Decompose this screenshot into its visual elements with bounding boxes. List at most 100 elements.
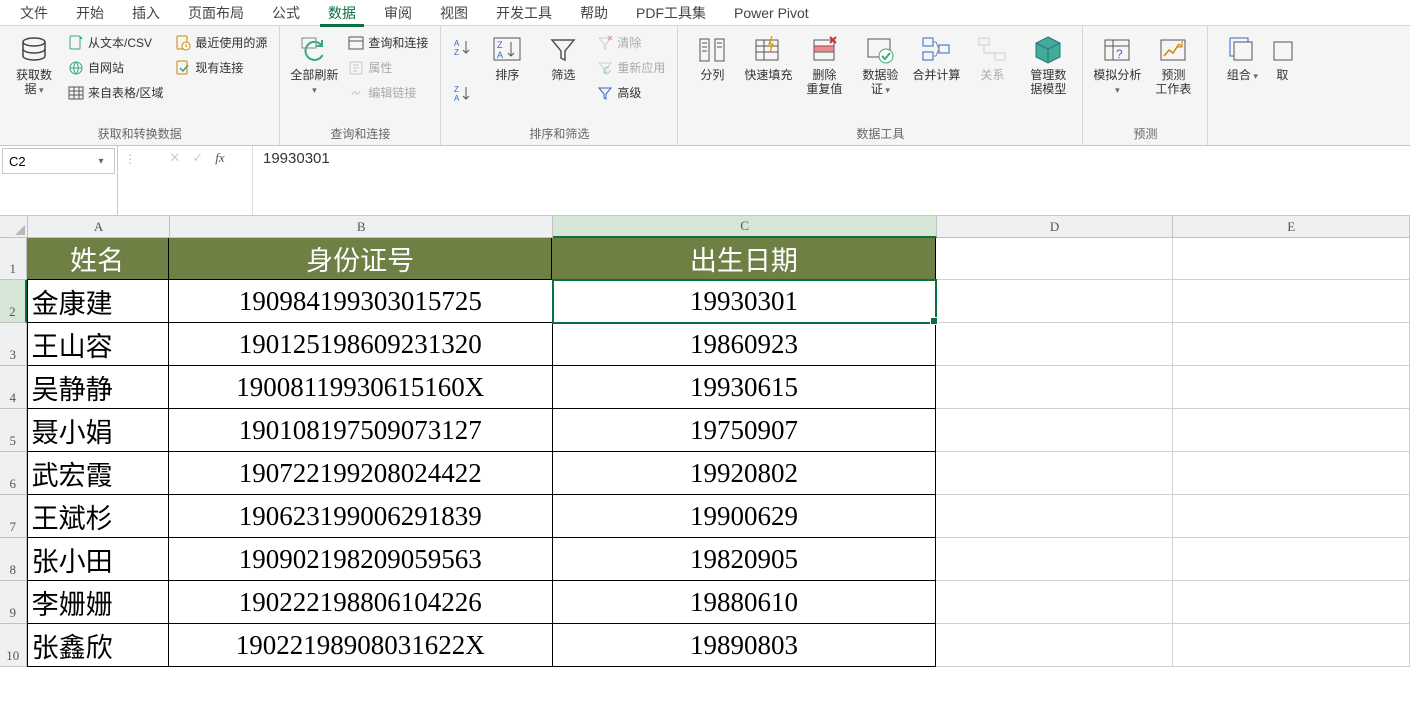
cell-D6[interactable] (936, 452, 1173, 495)
cell-B10[interactable]: 19022198908031622X (169, 624, 553, 667)
data-validation-button[interactable]: 数据验 证 (852, 30, 908, 101)
sort-asc-button[interactable]: AZ (451, 36, 475, 60)
cell-E4[interactable] (1173, 366, 1410, 409)
cell-D4[interactable] (936, 366, 1173, 409)
cell-A7[interactable]: 王斌杉 (27, 495, 169, 538)
whatif-button[interactable]: ? 模拟分析 (1089, 30, 1145, 101)
col-header-B[interactable]: B (170, 216, 553, 238)
cell-B2[interactable]: 190984199303015725 (169, 280, 553, 323)
cell-D7[interactable] (936, 495, 1173, 538)
cell-B9[interactable]: 190222198806104226 (169, 581, 553, 624)
clear-filter-button[interactable]: 清除 (595, 32, 667, 53)
row-header-5[interactable]: 5 (0, 409, 27, 452)
flash-fill-button[interactable]: 快速填充 (740, 30, 796, 86)
cell-E10[interactable] (1173, 624, 1410, 667)
cell-B8[interactable]: 190902198209059563 (169, 538, 553, 581)
remove-duplicates-button[interactable]: 删除 重复值 (796, 30, 852, 101)
cell-B1[interactable]: 身份证号 (169, 238, 553, 280)
tab-powerpivot[interactable]: Power Pivot (720, 2, 823, 24)
cell-C7[interactable]: 19900629 (553, 495, 937, 538)
cell-B3[interactable]: 190125198609231320 (169, 323, 553, 366)
row-header-8[interactable]: 8 (0, 538, 27, 581)
row-header-10[interactable]: 10 (0, 624, 27, 667)
row-header-3[interactable]: 3 (0, 323, 27, 366)
cell-A2[interactable]: 金康建 (27, 280, 169, 323)
cell-D8[interactable] (936, 538, 1173, 581)
fx-icon[interactable]: fx (215, 150, 224, 166)
cell-A4[interactable]: 吴静静 (27, 366, 169, 409)
cell-A5[interactable]: 聂小娟 (27, 409, 169, 452)
cell-B7[interactable]: 190623199006291839 (169, 495, 553, 538)
cell-E7[interactable] (1173, 495, 1410, 538)
sort-desc-button[interactable]: ZA (451, 82, 475, 106)
col-header-A[interactable]: A (28, 216, 170, 238)
from-web-button[interactable]: 自网站 (66, 57, 165, 78)
tab-file[interactable]: 文件 (6, 0, 62, 26)
row-header-2[interactable]: 2 (0, 280, 27, 323)
col-header-C[interactable]: C (553, 216, 936, 238)
refresh-all-button[interactable]: 全部刷新 (286, 30, 342, 101)
ungroup-button[interactable]: 取 (1270, 30, 1294, 86)
cell-A1[interactable]: 姓名 (27, 238, 169, 280)
name-box-grip[interactable]: ⋮ (118, 146, 142, 215)
formula-input[interactable]: 19930301 (252, 146, 1410, 215)
tab-formulas[interactable]: 公式 (258, 0, 314, 26)
edit-links-button[interactable]: 编辑链接 (346, 82, 430, 103)
relationships-button[interactable]: 关系 (964, 30, 1020, 86)
name-box[interactable]: ▾ (0, 146, 118, 215)
consolidate-button[interactable]: 合并计算 (908, 30, 964, 86)
cell-E6[interactable] (1173, 452, 1410, 495)
col-header-E[interactable]: E (1173, 216, 1410, 238)
cell-C6[interactable]: 19920802 (553, 452, 937, 495)
tab-dev[interactable]: 开发工具 (482, 0, 566, 26)
cancel-formula-icon[interactable]: ✕ (169, 150, 180, 166)
cell-C2[interactable]: 19930301 (553, 280, 937, 323)
cell-E8[interactable] (1173, 538, 1410, 581)
from-text-csv-button[interactable]: 从文本/CSV (66, 32, 165, 53)
col-header-D[interactable]: D (937, 216, 1174, 238)
advanced-filter-button[interactable]: 高级 (595, 82, 667, 103)
tab-home[interactable]: 开始 (62, 0, 118, 26)
get-data-button[interactable]: 获取数 据 (6, 30, 62, 101)
forecast-sheet-button[interactable]: 预测 工作表 (1145, 30, 1201, 101)
text-to-columns-button[interactable]: 分列 (684, 30, 740, 86)
accept-formula-icon[interactable]: ✓ (192, 150, 203, 166)
row-header-7[interactable]: 7 (0, 495, 27, 538)
tab-view[interactable]: 视图 (426, 0, 482, 26)
row-header-1[interactable]: 1 (0, 238, 27, 280)
tab-help[interactable]: 帮助 (566, 0, 622, 26)
cell-A10[interactable]: 张鑫欣 (27, 624, 169, 667)
cell-C4[interactable]: 19930615 (553, 366, 937, 409)
sort-button[interactable]: ZA 排序 (479, 30, 535, 86)
cell-C9[interactable]: 19880610 (553, 581, 937, 624)
existing-connections-button[interactable]: 现有连接 (173, 57, 269, 78)
name-box-input[interactable] (3, 152, 93, 171)
cell-D3[interactable] (936, 323, 1173, 366)
filter-button[interactable]: 筛选 (535, 30, 591, 86)
cell-C8[interactable]: 19820905 (553, 538, 937, 581)
name-box-dropdown[interactable]: ▾ (93, 156, 109, 167)
cell-D2[interactable] (936, 280, 1173, 323)
cell-C3[interactable]: 19860923 (553, 323, 937, 366)
cell-C1[interactable]: 出生日期 (552, 238, 936, 280)
tab-insert[interactable]: 插入 (118, 0, 174, 26)
from-table-button[interactable]: 来自表格/区域 (66, 82, 165, 103)
reapply-button[interactable]: 重新应用 (595, 57, 667, 78)
cell-E5[interactable] (1173, 409, 1410, 452)
cell-E3[interactable] (1173, 323, 1410, 366)
row-header-4[interactable]: 4 (0, 366, 27, 409)
recent-sources-button[interactable]: 最近使用的源 (173, 32, 269, 53)
cell-E2[interactable] (1173, 280, 1410, 323)
cell-D9[interactable] (936, 581, 1173, 624)
cell-C5[interactable]: 19750907 (553, 409, 937, 452)
row-header-6[interactable]: 6 (0, 452, 27, 495)
cell-A3[interactable]: 王山容 (27, 323, 169, 366)
group-button[interactable]: 组合 (1214, 30, 1270, 86)
tab-layout[interactable]: 页面布局 (174, 0, 258, 26)
properties-button[interactable]: 属性 (346, 57, 430, 78)
cell-A9[interactable]: 李姗姗 (27, 581, 169, 624)
tab-data[interactable]: 数据 (314, 0, 370, 26)
cell-B5[interactable]: 190108197509073127 (169, 409, 553, 452)
cell-D10[interactable] (936, 624, 1173, 667)
cell-A8[interactable]: 张小田 (27, 538, 169, 581)
